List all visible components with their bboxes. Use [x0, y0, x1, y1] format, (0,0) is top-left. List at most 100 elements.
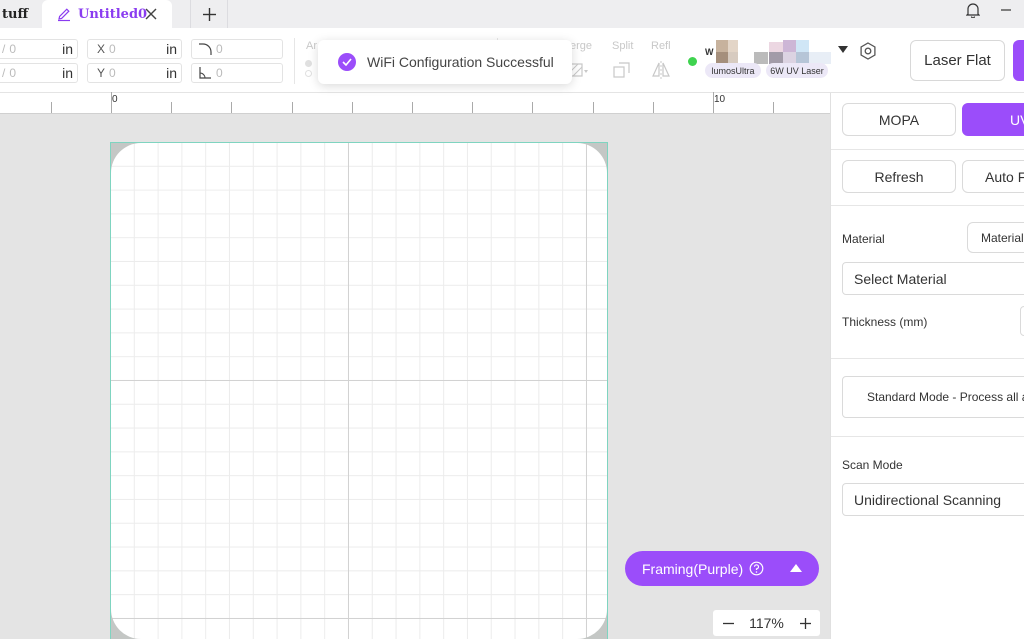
y-unit: in: [166, 65, 177, 81]
expand-up-icon[interactable]: [790, 563, 802, 572]
angle-icon: [199, 67, 211, 79]
uv-mode-button[interactable]: UV: [962, 103, 1024, 136]
horizontal-ruler: 0 10: [0, 92, 830, 114]
thickness-input[interactable]: [1020, 306, 1024, 336]
ruler-label: 0: [112, 94, 118, 105]
align-dot-icon: [305, 60, 312, 67]
width-field[interactable]: / 0 in: [0, 39, 78, 59]
tab-untitled0[interactable]: Untitled0: [42, 0, 172, 28]
design-canvas[interactable]: Framing(Purple) 117%: [0, 114, 830, 639]
laser-flat-label: Laser Flat: [924, 52, 991, 69]
device-name: W: [705, 47, 714, 57]
blurred-device-name: [716, 40, 831, 64]
thickness-label: Thickness (mm): [842, 315, 928, 329]
close-icon: [145, 8, 157, 20]
x-value: 0: [109, 42, 116, 56]
plus-icon: [202, 7, 216, 21]
close-tab-button[interactable]: [142, 5, 160, 23]
notification-button[interactable]: [963, 0, 983, 20]
select-material-value: Select Material: [854, 270, 947, 287]
height-field[interactable]: / 0 in: [0, 63, 78, 83]
toolbar-divider: [294, 38, 295, 84]
ruler-tick: [773, 102, 774, 113]
laser-type: 6W UV Laser: [770, 65, 824, 76]
zoom-in-button[interactable]: [790, 610, 820, 636]
merge-tool-label[interactable]: erge: [570, 40, 592, 52]
zoom-control: 117%: [713, 610, 820, 636]
material-label: Material: [842, 232, 885, 246]
y-label: Y: [97, 66, 106, 80]
tab-previous-document[interactable]: tuff: [0, 0, 40, 28]
laser-type-badge: 6W UV Laser: [766, 63, 828, 78]
corner-radius-value: 0: [216, 42, 223, 56]
laser-flat-button[interactable]: Laser Flat: [910, 40, 1005, 81]
minimize-window-button[interactable]: [996, 0, 1016, 20]
process-mode-value: Standard Mode - Process all a: [867, 390, 1024, 404]
device-dropdown-caret-icon[interactable]: [838, 46, 848, 54]
ruler-label: 10: [714, 94, 726, 105]
x-unit: in: [166, 41, 177, 57]
ruler-tick: [171, 102, 172, 113]
material-library-button[interactable]: Material: [967, 222, 1024, 253]
scan-mode-dropdown[interactable]: Unidirectional Scanning: [842, 483, 1024, 516]
y-position-field[interactable]: Y 0 in: [87, 63, 182, 83]
x-label: X: [97, 42, 106, 56]
height-label: /: [2, 66, 6, 80]
device-model: lumosUltra: [711, 65, 755, 76]
auto-focus-button[interactable]: Auto F: [962, 160, 1024, 193]
scan-mode-value: Unidirectional Scanning: [854, 491, 1002, 508]
minus-icon: [722, 622, 734, 624]
ruler-tick: [352, 102, 353, 113]
help-icon[interactable]: [749, 561, 764, 576]
work-area-grid[interactable]: [111, 143, 607, 639]
height-value: 0: [9, 66, 17, 80]
auto-focus-label: Auto F: [985, 168, 1024, 185]
width-unit: in: [62, 41, 73, 57]
device-settings-icon[interactable]: [858, 41, 878, 61]
toast-message: WiFi Configuration Successful: [367, 54, 554, 70]
rotation-angle-field[interactable]: 0: [191, 63, 283, 83]
reflect-tool-label[interactable]: Refl: [651, 40, 671, 52]
height-unit: in: [62, 65, 73, 81]
scan-mode-label: Scan Mode: [842, 458, 903, 472]
corner-radius-icon: [199, 43, 212, 55]
ruler-tick: [532, 102, 533, 113]
device-model-badge: lumosUltra: [705, 63, 761, 78]
tab-label: tuff: [2, 6, 29, 22]
reflect-icon[interactable]: [651, 60, 671, 80]
ruler-tick: [51, 102, 52, 113]
mopa-mode-button[interactable]: MOPA: [842, 103, 956, 136]
x-position-field[interactable]: X 0 in: [87, 39, 182, 59]
bell-icon: [966, 3, 980, 18]
uv-label: UV: [1010, 111, 1024, 128]
ruler-tick: [412, 102, 413, 113]
framing-label: Framing(Purple): [642, 560, 744, 577]
tab-bar: tuff Untitled0: [0, 0, 1024, 28]
select-material-dropdown[interactable]: Select Material: [842, 262, 1024, 295]
plus-icon: [799, 617, 811, 629]
panel-divider: [831, 149, 1024, 150]
new-tab-button[interactable]: [190, 0, 228, 28]
process-mode-dropdown[interactable]: Standard Mode - Process all a: [842, 376, 1024, 418]
minimize-icon: [1001, 9, 1011, 11]
corner-radius-field[interactable]: 0: [191, 39, 283, 59]
align-dot-icon: [305, 70, 312, 77]
ruler-tick: [292, 102, 293, 113]
start-button[interactable]: [1013, 40, 1024, 81]
zoom-level: 117%: [749, 615, 784, 631]
tab-label: Untitled0: [78, 6, 148, 22]
refresh-label: Refresh: [874, 168, 924, 185]
width-label: /: [2, 42, 6, 56]
y-value: 0: [109, 66, 116, 80]
panel-divider: [831, 436, 1024, 437]
panel-divider: [831, 358, 1024, 359]
framing-button[interactable]: Framing(Purple): [625, 551, 819, 586]
refresh-button[interactable]: Refresh: [842, 160, 956, 193]
panel-divider: [831, 205, 1024, 206]
zoom-out-button[interactable]: [713, 610, 743, 636]
ruler-tick: [111, 92, 112, 113]
split-tool-label[interactable]: Split: [612, 40, 633, 52]
split-icon[interactable]: [612, 60, 632, 80]
mopa-label: MOPA: [878, 111, 920, 128]
success-check-icon: [338, 53, 356, 71]
